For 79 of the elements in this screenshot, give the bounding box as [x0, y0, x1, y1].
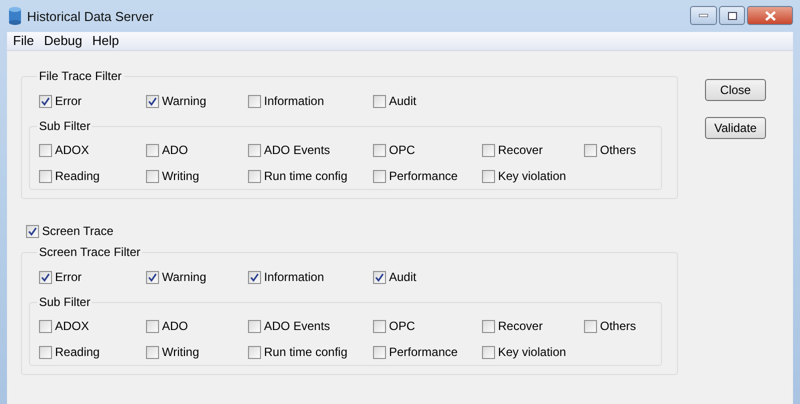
- checkbox[interactable]: [39, 320, 52, 332]
- checkbox-label: OPC: [389, 143, 416, 157]
- checkbox-label: Recover: [498, 143, 543, 157]
- checkbox-label: Warning: [162, 270, 206, 284]
- checkbox[interactable]: [248, 270, 261, 284]
- checkbox[interactable]: [146, 144, 159, 156]
- group-title: Sub Filter: [38, 295, 92, 309]
- checkbox-label: Recover: [498, 319, 543, 333]
- checkbox[interactable]: [584, 320, 597, 332]
- checkbox[interactable]: [248, 94, 261, 108]
- checkbox-label: ADOX: [55, 143, 90, 157]
- checkbox[interactable]: [248, 346, 261, 358]
- checkbox-label: Error: [55, 94, 82, 108]
- minimize-button[interactable]: [690, 6, 717, 25]
- checkbox[interactable]: [248, 144, 261, 156]
- checkbox[interactable]: [39, 346, 52, 358]
- checkbox-label: Key violation: [498, 345, 566, 359]
- checkbox[interactable]: [146, 94, 159, 108]
- database-icon: [9, 7, 21, 25]
- checkbox-label: Others: [600, 143, 636, 157]
- checkbox[interactable]: [146, 170, 159, 182]
- checkbox[interactable]: [39, 270, 52, 284]
- checkbox-label: OPC: [389, 319, 416, 333]
- maximize-icon: [728, 12, 736, 20]
- checkbox-label: Audit: [389, 94, 416, 108]
- checkbox-label: ADOX: [55, 319, 90, 333]
- menu-item[interactable]: File: [8, 32, 39, 50]
- checkbox[interactable]: [146, 270, 159, 284]
- checkbox[interactable]: [373, 320, 386, 332]
- close-icon: [764, 10, 776, 20]
- checkbox-label: Run time config: [264, 345, 348, 359]
- maximize-button[interactable]: [719, 6, 745, 25]
- checkbox-label: Audit: [389, 270, 416, 284]
- close-dialog-button[interactable]: Close: [705, 79, 766, 101]
- checkbox-label: Screen Trace: [42, 224, 114, 238]
- checkbox[interactable]: [373, 94, 386, 108]
- checkbox[interactable]: [26, 224, 39, 238]
- checkbox[interactable]: [39, 170, 52, 182]
- checkbox[interactable]: [248, 320, 261, 332]
- checkbox-label: Information: [264, 94, 324, 108]
- checkbox-label: Writing: [162, 169, 200, 183]
- checkbox-label: Performance: [389, 345, 458, 359]
- checkbox-label: Warning: [162, 94, 206, 108]
- checkbox[interactable]: [248, 170, 261, 182]
- checkbox[interactable]: [373, 170, 386, 182]
- checkbox-label: Information: [264, 270, 324, 284]
- checkbox[interactable]: [482, 144, 495, 156]
- checkbox-label: Performance: [389, 169, 458, 183]
- close-button[interactable]: [747, 6, 793, 25]
- checkbox-label: Reading: [55, 345, 100, 359]
- checkbox[interactable]: [482, 346, 495, 358]
- menu-item[interactable]: Help: [87, 32, 124, 50]
- checkbox-label: Run time config: [264, 169, 348, 183]
- checkbox-label: ADO Events: [264, 143, 330, 157]
- checkbox-label: Others: [600, 319, 636, 333]
- checkbox[interactable]: [584, 144, 597, 156]
- checkbox-label: ADO: [162, 319, 188, 333]
- minimize-icon: [699, 14, 708, 17]
- validate-button[interactable]: Validate: [705, 117, 766, 139]
- checkbox[interactable]: [146, 346, 159, 358]
- group-title: Sub Filter: [38, 119, 92, 133]
- checkbox[interactable]: [482, 170, 495, 182]
- checkbox-label: Error: [55, 270, 82, 284]
- checkbox[interactable]: [39, 94, 52, 108]
- checkbox-label: Key violation: [498, 169, 566, 183]
- group-title: Screen Trace Filter: [38, 245, 142, 259]
- checkbox[interactable]: [373, 144, 386, 156]
- checkbox[interactable]: [373, 346, 386, 358]
- checkbox-label: ADO Events: [264, 319, 330, 333]
- group-title: File Trace Filter: [38, 69, 123, 83]
- checkbox-label: Writing: [162, 345, 200, 359]
- checkbox[interactable]: [39, 144, 52, 156]
- window-title: Historical Data Server: [27, 8, 154, 24]
- checkbox[interactable]: [482, 320, 495, 332]
- checkbox-label: ADO: [162, 143, 188, 157]
- checkbox[interactable]: [146, 320, 159, 332]
- menu-item[interactable]: Debug: [38, 32, 88, 50]
- checkbox-label: Reading: [55, 169, 100, 183]
- checkbox[interactable]: [373, 270, 386, 284]
